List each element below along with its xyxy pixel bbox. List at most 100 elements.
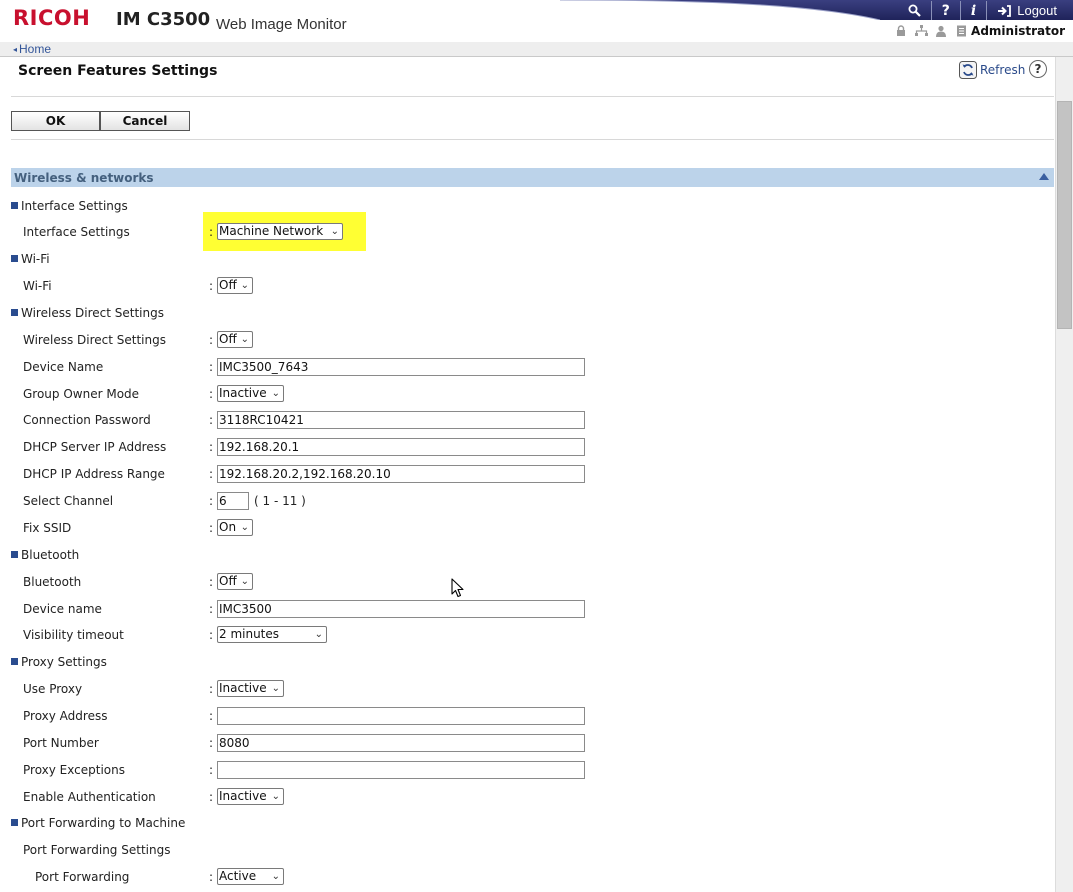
bluetooth-select[interactable]: Off ⌄ [217,573,253,590]
page-help-icon[interactable]: ? [1029,60,1047,78]
colon: : [209,225,214,239]
chevron-down-icon: ⌄ [240,280,249,291]
port-number-input[interactable]: 8080 [217,734,585,752]
colon: : [209,736,214,750]
select-channel-input[interactable]: 6 [217,492,249,510]
row-proxy-exceptions: Proxy Exceptions : [0,760,1050,782]
divider [11,96,1054,97]
search-button[interactable] [898,1,931,20]
select-value: Inactive [219,789,267,803]
row-port-number: Port Number : 8080 [0,733,1050,755]
colon: : [209,440,214,454]
field-label: DHCP IP Address Range [23,467,165,481]
logout-button[interactable]: Logout [986,1,1067,20]
colon: : [209,763,214,777]
row-select-channel: Select Channel : 6 ( 1 - 11 ) [0,491,1050,513]
network-icon [914,24,928,38]
group-proxy: Proxy Settings [0,652,1050,674]
group-bluetooth: Bluetooth [0,545,1050,567]
field-label: DHCP Server IP Address [23,440,167,454]
help-icon: ? [941,2,950,19]
colon: : [209,413,214,427]
field-label: Connection Password [23,413,151,427]
field-label: Port Forwarding [35,870,130,884]
row-interface-settings: Interface Settings : Machine Network ⌄ [0,222,1050,244]
wifi-select[interactable]: Off ⌄ [217,277,253,294]
colon: : [209,467,214,481]
wireless-direct-select[interactable]: Off ⌄ [217,331,253,348]
device-name-input[interactable]: IMC3500_7643 [217,358,585,376]
row-device-name: Device Name : IMC3500_7643 [0,357,1050,379]
field-label: Bluetooth [23,575,82,589]
help-button[interactable]: ? [930,1,960,20]
breadcrumb: ◂ Home [0,42,1073,57]
row-connection-password: Connection Password : 3118RC10421 [0,410,1050,432]
row-dhcp-server-ip: DHCP Server IP Address : 192.168.20.1 [0,437,1050,459]
row-dhcp-ip-range: DHCP IP Address Range : 192.168.20.2,192… [0,464,1050,486]
section-header-wireless-networks[interactable]: Wireless & networks [11,168,1054,187]
header: RICOH IM C3500 Web Image Monitor ? i Log… [0,0,1073,42]
row-use-proxy: Use Proxy : Inactive ⌄ [0,679,1050,701]
connection-password-input[interactable]: 3118RC10421 [217,411,585,429]
select-value: Inactive [219,681,267,695]
info-icon: i [970,2,977,19]
chevron-down-icon: ⌄ [240,334,249,345]
field-label: Port Number [23,736,99,750]
select-value: Machine Network [219,224,324,238]
visibility-timeout-select[interactable]: 2 minutes ⌄ [217,626,327,643]
square-bullet-icon [11,309,18,316]
interface-settings-select[interactable]: Machine Network ⌄ [217,223,343,240]
field-label: Fix SSID [23,521,72,535]
refresh-icon [959,61,977,79]
group-title: Interface Settings [21,199,128,213]
enable-auth-select[interactable]: Inactive ⌄ [217,788,284,805]
select-value: 2 minutes [219,627,280,641]
group-wireless-direct: Wireless Direct Settings [0,303,1050,325]
dhcp-ip-range-input[interactable]: 192.168.20.2,192.168.20.10 [217,465,585,483]
model-name: IM C3500 [116,9,211,30]
chevron-down-icon: ⌄ [271,871,280,882]
field-label: Proxy Address [23,709,108,723]
search-icon [908,4,921,17]
colon: : [209,602,214,616]
field-label: Wi-Fi [23,279,52,293]
ok-button[interactable]: OK [11,111,100,131]
status-icons [894,24,968,38]
vertical-scrollbar[interactable] [1055,57,1073,892]
info-button[interactable]: i [959,1,986,20]
field-label: Proxy Exceptions [23,763,125,777]
port-forwarding-select[interactable]: Active ⌄ [217,868,284,885]
lock-icon [894,24,908,38]
square-bullet-icon [11,202,18,209]
fix-ssid-select[interactable]: On ⌄ [217,519,253,536]
document-icon [954,24,968,38]
group-title: Wireless Direct Settings [21,306,164,320]
user-name: Administrator [971,24,1065,38]
field-label: Visibility timeout [23,628,124,642]
group-owner-mode-select[interactable]: Inactive ⌄ [217,385,284,402]
colon: : [209,790,214,804]
select-value: Off [219,332,237,346]
colon: : [209,494,214,508]
group-heading: Wi-Fi [11,252,50,266]
proxy-address-input[interactable] [217,707,585,725]
chevron-down-icon: ⌄ [330,226,339,237]
use-proxy-select[interactable]: Inactive ⌄ [217,680,284,697]
select-value: Off [219,574,237,588]
dhcp-server-ip-input[interactable]: 192.168.20.1 [217,438,585,456]
field-label: Wireless Direct Settings [23,333,166,347]
colon: : [209,387,214,401]
row-bluetooth: Bluetooth : Off ⌄ [0,572,1050,594]
colon: : [209,279,214,293]
proxy-exceptions-input[interactable] [217,761,585,779]
refresh-button[interactable]: Refresh [959,61,1025,79]
bt-device-name-input[interactable]: IMC3500 [217,600,585,618]
scrollbar-thumb[interactable] [1057,101,1072,329]
chevron-down-icon: ⌄ [314,629,323,640]
home-link[interactable]: ◂ Home [13,42,51,56]
app-name: Web Image Monitor [216,16,347,33]
collapse-triangle-icon[interactable] [1039,173,1049,180]
row-port-forwarding: Port Forwarding : Active ⌄ [0,867,1050,889]
row-visibility-timeout: Visibility timeout : 2 minutes ⌄ [0,625,1050,647]
cancel-button[interactable]: Cancel [100,111,190,131]
